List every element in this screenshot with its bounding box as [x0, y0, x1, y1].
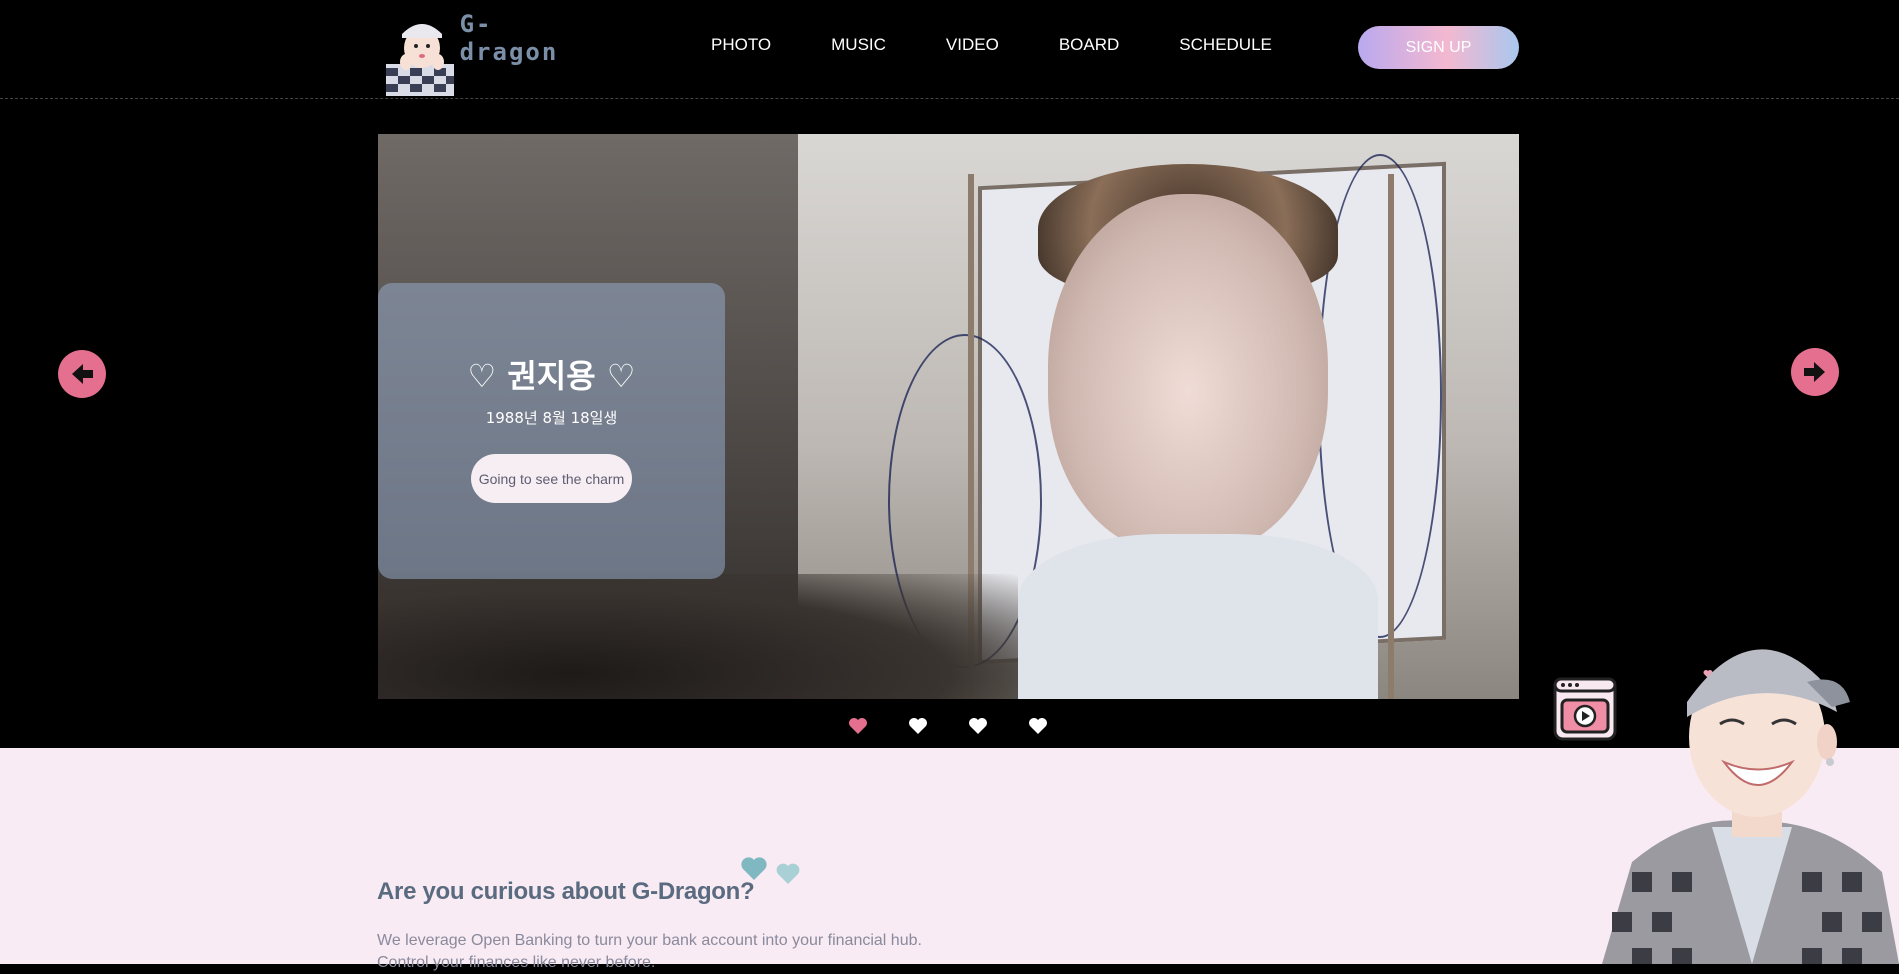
nav-video[interactable]: VIDEO — [946, 35, 999, 55]
heart-icon — [969, 718, 987, 734]
logo[interactable]: G-dragon — [378, 10, 578, 96]
main-nav: PHOTO MUSIC VIDEO BOARD SCHEDULE — [711, 35, 1332, 55]
charm-button[interactable]: Going to see the charm — [471, 454, 632, 503]
hero-face — [1048, 194, 1328, 554]
next-slide-button[interactable] — [1791, 348, 1839, 396]
nav-music[interactable]: MUSIC — [831, 35, 886, 55]
heart-icon — [741, 857, 800, 884]
heart-icon — [849, 718, 867, 734]
about-title: Are you curious about G-Dragon? — [377, 878, 755, 905]
arrow-left-icon — [72, 364, 93, 384]
site-header: G-dragon PHOTO MUSIC VIDEO BOARD SCHEDUL… — [0, 0, 1899, 99]
slide-dot-4[interactable] — [1028, 716, 1088, 736]
hero-name: ♡ 권지용 ♡ — [467, 357, 636, 395]
logo-text: G-dragon — [459, 10, 559, 66]
sign-up-button[interactable]: SIGN UP — [1358, 26, 1519, 69]
about-body: We leverage Open Banking to turn your ba… — [377, 932, 922, 971]
logo-avatar-icon — [378, 12, 454, 96]
nav-photo[interactable]: PHOTO — [711, 35, 771, 55]
hero-shirt — [1018, 534, 1378, 699]
gd-portrait — [1592, 612, 1899, 964]
slide-dot-2[interactable] — [908, 716, 968, 736]
arrow-right-icon — [1804, 362, 1825, 382]
slide-dots — [848, 716, 1088, 736]
nav-schedule[interactable]: SCHEDULE — [1179, 35, 1272, 55]
teal-hearts — [740, 854, 804, 890]
hero-crowd — [378, 574, 1018, 699]
slide-dot-1[interactable] — [848, 716, 908, 736]
hero-slider: ♡ 권지용 ♡ 1988년 8월 18일생 Going to see the c… — [378, 134, 1519, 699]
slide-dot-3[interactable] — [968, 716, 1028, 736]
nav-board[interactable]: BOARD — [1059, 35, 1119, 55]
hero-frame-line — [1388, 174, 1394, 699]
heart-icon — [1029, 718, 1047, 734]
hero-birth: 1988년 8월 18일생 — [485, 409, 618, 427]
heart-icon — [909, 718, 927, 734]
prev-slide-button[interactable] — [58, 350, 106, 398]
hero-caption-card: ♡ 권지용 ♡ 1988년 8월 18일생 Going to see the c… — [378, 283, 725, 579]
